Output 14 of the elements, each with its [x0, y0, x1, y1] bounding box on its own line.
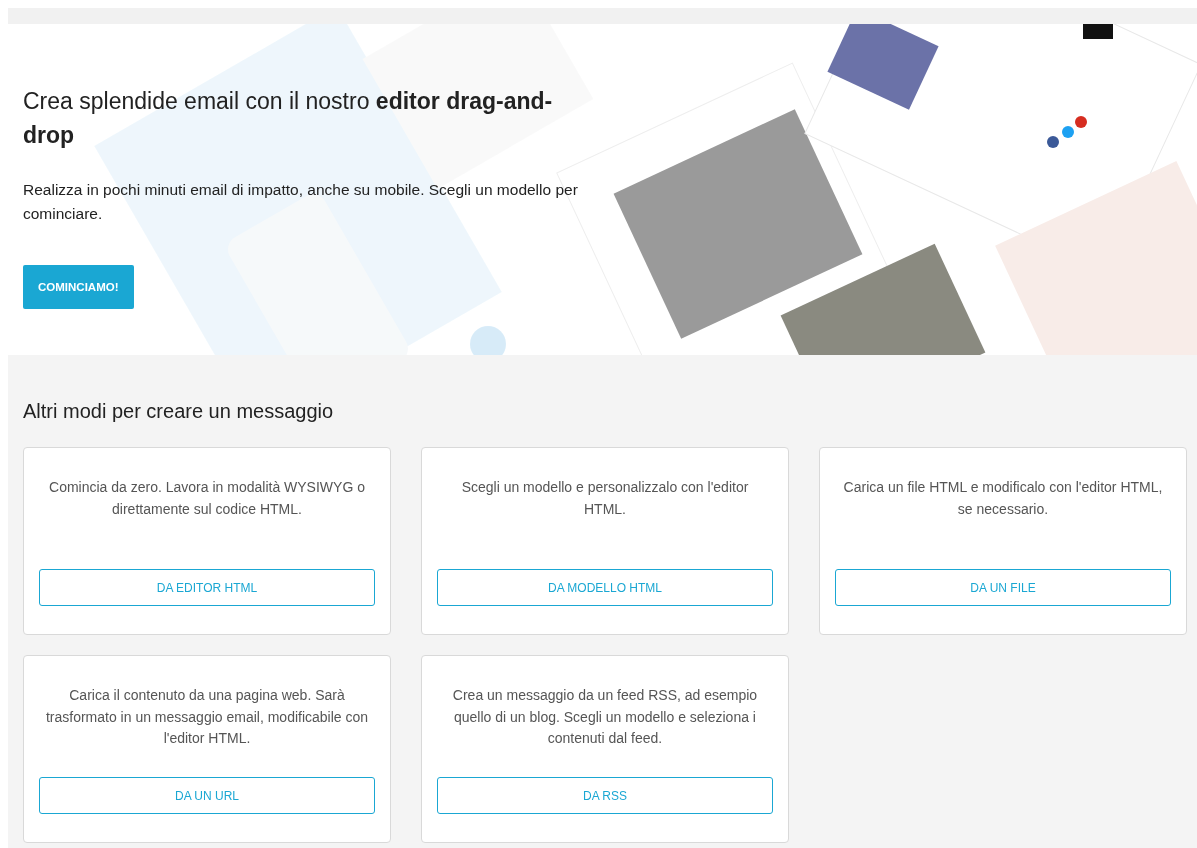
section-title: Altri modi per creare un messaggio	[22, 399, 335, 424]
card-description: Scegli un modello e personalizzalo con l'editor HTML.	[460, 478, 750, 519]
start-button[interactable]: COMINCIAMO!	[23, 265, 134, 309]
option-button[interactable]: DA MODELLO HTML	[437, 569, 773, 606]
card-description: Crea un messaggio da un feed RSS, ad esempio quello di un blog. Scegli un modello e seleziona i contenuti dal feed.	[451, 686, 759, 748]
option-button[interactable]: DA RSS	[437, 777, 773, 814]
card-description: Carica il contenuto da una pagina web. Sarà trasformato in un messaggio email, modificabile con l'editor HTML.	[44, 686, 370, 748]
hero-subtitle: Realizza in pochi minuti email di impatto, anche su mobile. Scegli un modello per cominciare.	[23, 180, 579, 224]
option-button[interactable]: DA UN FILE	[835, 569, 1171, 606]
hero-title: Crea splendide email con il nostro editor drag-and-drop	[23, 87, 554, 150]
option-button[interactable]: DA EDITOR HTML	[39, 569, 375, 606]
card-description: Comincia da zero. Lavora in modalità WYSIWYG o direttamente sul codice HTML.	[48, 478, 366, 519]
option-button[interactable]: DA UN URL	[39, 777, 375, 814]
card-description: Carica un file HTML e modificalo con l'editor HTML, se necessario.	[842, 478, 1164, 519]
